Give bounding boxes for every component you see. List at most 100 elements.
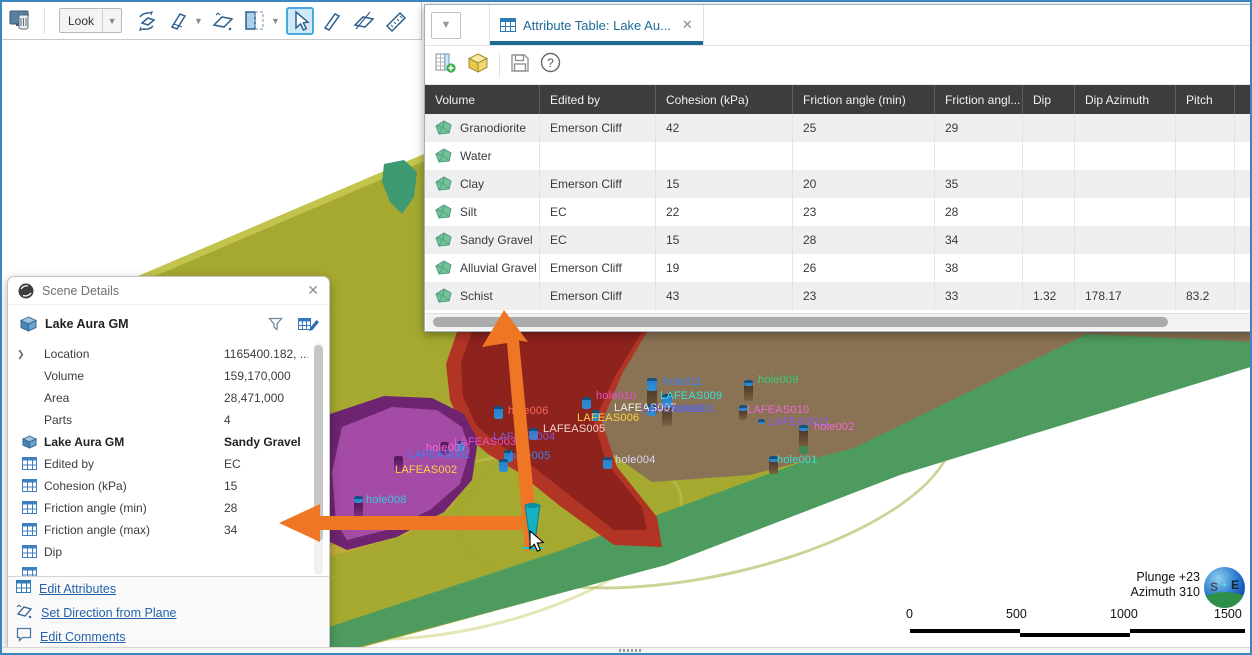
cell-pitch[interactable] <box>1176 254 1235 282</box>
save-button[interactable] <box>510 53 530 78</box>
property-row[interactable]: Dip <box>8 541 308 563</box>
cell-friction_max[interactable]: 33 <box>935 282 1023 310</box>
cell-friction_min[interactable] <box>793 142 935 170</box>
cell-dip_azimuth[interactable] <box>1075 170 1176 198</box>
cell-dip[interactable] <box>1023 254 1075 282</box>
cell-friction_max[interactable]: 38 <box>935 254 1023 282</box>
cell-edited_by[interactable]: EC <box>540 226 656 254</box>
cell-cohesion[interactable]: 22 <box>656 198 793 226</box>
tab-attribute-table[interactable]: Attribute Table: Lake Au... ✕ <box>489 5 704 45</box>
drillhole-marker[interactable] <box>499 459 508 472</box>
cell-volume[interactable]: Silt <box>425 198 540 226</box>
cell-friction_min[interactable]: 23 <box>793 198 935 226</box>
property-row[interactable]: Friction angle (min)28 <box>8 497 308 519</box>
cell-volume[interactable]: Clay <box>425 170 540 198</box>
drillhole-marker[interactable] <box>739 405 747 411</box>
cell-pitch[interactable] <box>1176 114 1235 142</box>
column-header-cohesion[interactable]: Cohesion (kPa) <box>656 85 793 114</box>
cell-friction_max[interactable]: 34 <box>935 226 1023 254</box>
cell-pitch[interactable] <box>1176 198 1235 226</box>
chevron-down-icon[interactable]: ▼ <box>271 16 280 26</box>
look-dropdown[interactable]: Look ▼ <box>59 8 122 33</box>
table-row[interactable]: Alluvial GravelEmerson Cliff192638 <box>425 254 1251 282</box>
link-set-direction-from-plane[interactable]: Set Direction from Plane <box>41 606 176 620</box>
drillhole-marker[interactable] <box>354 496 363 503</box>
cell-cohesion[interactable]: 43 <box>656 282 793 310</box>
property-row[interactable]: Parts4 <box>8 409 308 431</box>
link-edit-attributes[interactable]: Edit Attributes <box>39 582 116 596</box>
cell-cohesion[interactable]: 42 <box>656 114 793 142</box>
cell-friction_min[interactable]: 25 <box>793 114 935 142</box>
cell-friction_max[interactable]: 29 <box>935 114 1023 142</box>
cell-friction_max[interactable]: 28 <box>935 198 1023 226</box>
cell-friction_max[interactable] <box>935 142 1023 170</box>
column-header-dip_azimuth[interactable]: Dip Azimuth <box>1075 85 1176 114</box>
help-button[interactable]: ? <box>540 52 561 78</box>
cell-volume[interactable]: Sandy Gravel <box>425 226 540 254</box>
edit-attributes-icon[interactable] <box>298 316 319 332</box>
orientation-globe[interactable]: S E + <box>1204 567 1245 608</box>
property-row[interactable]: Cohesion (kPa)15 <box>8 475 308 497</box>
rotate-scene-tool[interactable] <box>132 7 160 35</box>
cell-edited_by[interactable]: Emerson Cliff <box>540 170 656 198</box>
chevron-down-icon[interactable]: ▼ <box>194 16 203 26</box>
cell-dip[interactable] <box>1023 198 1075 226</box>
cell-volume[interactable]: Schist <box>425 282 540 310</box>
property-row[interactable]: Volume159,170,000 <box>8 365 308 387</box>
property-row[interactable]: Lake Aura GMSandy Gravel <box>8 431 308 453</box>
drillhole-marker[interactable] <box>799 446 808 454</box>
cell-dip_azimuth[interactable] <box>1075 254 1176 282</box>
cell-cohesion[interactable]: 19 <box>656 254 793 282</box>
table-row[interactable]: Sandy GravelEC152834 <box>425 226 1251 254</box>
cell-pitch[interactable] <box>1176 170 1235 198</box>
slicer-tool[interactable] <box>164 7 192 35</box>
clear-scene-button[interactable] <box>8 7 36 35</box>
cell-dip_azimuth[interactable] <box>1075 114 1176 142</box>
draw-line-tool[interactable] <box>318 7 346 35</box>
cell-cohesion[interactable]: 15 <box>656 170 793 198</box>
drillhole-marker[interactable] <box>744 384 753 401</box>
cell-dip[interactable] <box>1023 226 1075 254</box>
cell-friction_min[interactable]: 26 <box>793 254 935 282</box>
cell-dip[interactable] <box>1023 170 1075 198</box>
slice-view-tool[interactable] <box>241 7 269 35</box>
cell-pitch[interactable] <box>1176 226 1235 254</box>
draw-plane-tool[interactable] <box>350 7 378 35</box>
table-row[interactable]: GranodioriteEmerson Cliff422529 <box>425 114 1251 142</box>
cell-edited_by[interactable]: EC <box>540 198 656 226</box>
cell-friction_min[interactable]: 28 <box>793 226 935 254</box>
table-row[interactable]: SchistEmerson Cliff4323331.32178.1783.2 <box>425 282 1251 310</box>
cell-friction_min[interactable]: 23 <box>793 282 935 310</box>
drillhole-marker[interactable] <box>647 378 657 391</box>
column-header-friction_min[interactable]: Friction angle (min) <box>793 85 935 114</box>
cell-edited_by[interactable] <box>540 142 656 170</box>
cell-dip[interactable] <box>1023 142 1075 170</box>
cell-dip_azimuth[interactable] <box>1075 142 1176 170</box>
drillhole-marker[interactable] <box>582 397 591 409</box>
property-row[interactable]: Edited byEC <box>8 453 308 475</box>
column-header-friction_max[interactable]: Friction angl... <box>935 85 1023 114</box>
add-columns-button[interactable] <box>435 52 457 78</box>
cell-friction_min[interactable]: 20 <box>793 170 935 198</box>
cell-volume[interactable]: Alluvial Gravel <box>425 254 540 282</box>
table-row[interactable]: ClayEmerson Cliff152035 <box>425 170 1251 198</box>
horizontal-scrollbar[interactable] <box>426 313 1250 330</box>
property-row[interactable]: Area28,471,000 <box>8 387 308 409</box>
column-header-dip[interactable]: Dip <box>1023 85 1075 114</box>
scene-object-row[interactable]: Lake Aura GM <box>8 305 329 339</box>
property-row[interactable]: Friction angle (max)34 <box>8 519 308 541</box>
drillhole-marker[interactable] <box>494 406 503 419</box>
cell-dip_azimuth[interactable] <box>1075 226 1176 254</box>
cell-volume[interactable]: Water <box>425 142 540 170</box>
collapse-panel-button[interactable]: ▼ <box>431 12 461 39</box>
cell-dip[interactable] <box>1023 114 1075 142</box>
close-tab-icon[interactable]: ✕ <box>682 17 693 33</box>
drillhole-marker[interactable] <box>744 380 753 386</box>
cell-cohesion[interactable] <box>656 142 793 170</box>
ruler-tool[interactable] <box>382 7 410 35</box>
view-in-scene-button[interactable] <box>467 52 489 78</box>
drillhole-marker[interactable] <box>354 501 363 520</box>
chevron-right-icon[interactable]: ❯ <box>17 349 25 360</box>
column-header-edited_by[interactable]: Edited by <box>540 85 656 114</box>
cell-edited_by[interactable]: Emerson Cliff <box>540 282 656 310</box>
